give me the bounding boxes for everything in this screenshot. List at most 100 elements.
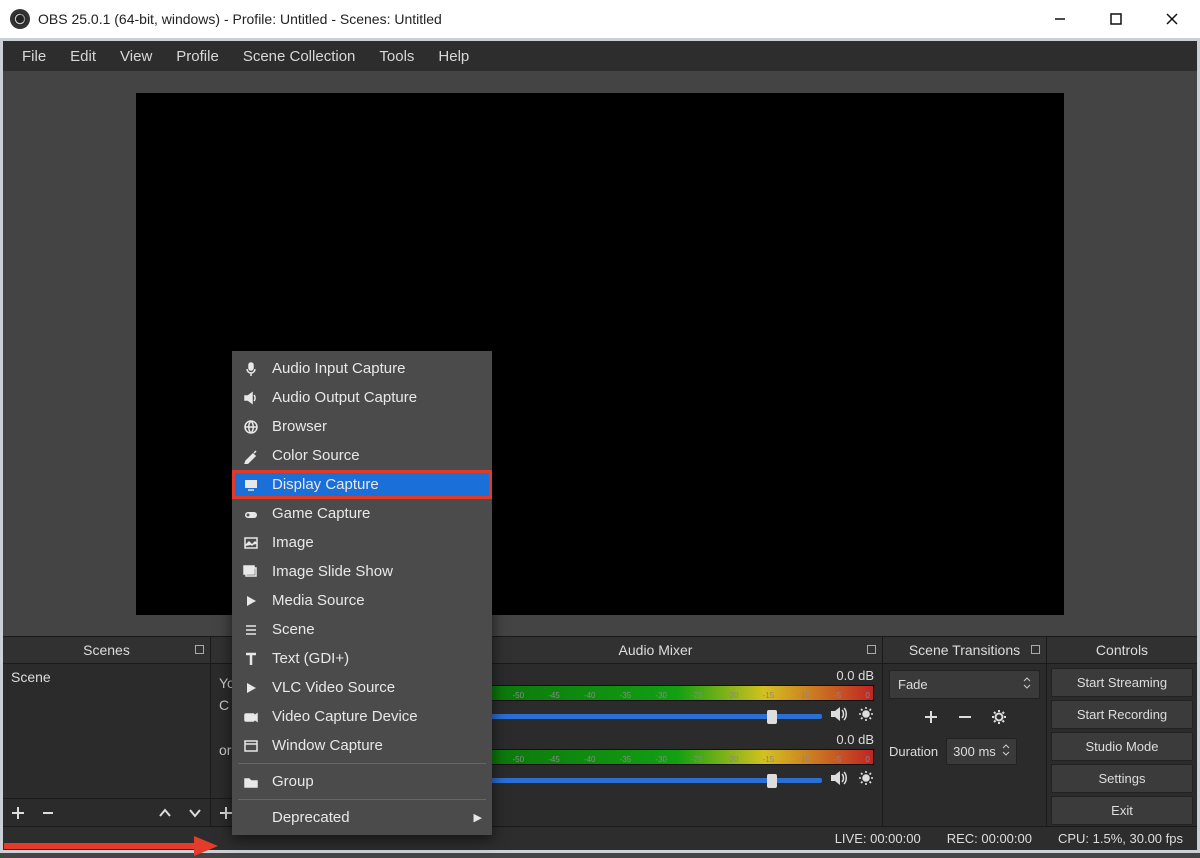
- submenu-arrow-icon: ▶: [474, 811, 482, 824]
- menu-bar: File Edit View Profile Scene Collection …: [3, 41, 1197, 71]
- audio-mixer-panel: Audio Mixer Audio 0.0 dB -60-55-50-45-40…: [429, 637, 883, 826]
- channel-level: 0.0 dB: [836, 668, 874, 683]
- dock: Scenes Scene Sources Yo C or: [3, 636, 1197, 826]
- gamepad-icon: [242, 505, 260, 523]
- ctx-scene[interactable]: Scene: [232, 615, 492, 644]
- add-source-context-menu: Audio Input Capture Audio Output Capture B…: [232, 351, 492, 835]
- ctx-text-gdi-[interactable]: Text (GDI+): [232, 644, 492, 673]
- ctx-label: Audio Output Capture: [272, 389, 417, 406]
- status-bar: LIVE: 00:00:00 REC: 00:00:00 CPU: 1.5%, …: [3, 826, 1197, 850]
- ctx-image-slide-show[interactable]: Image Slide Show: [232, 557, 492, 586]
- mixer-channel: Audio 0.0 dB -60-55-50-45-40-35-30-25-20…: [429, 664, 882, 728]
- ctx-label: Display Capture: [272, 476, 379, 493]
- speaker-icon[interactable]: [830, 770, 848, 791]
- ctx-label: Text (GDI+): [272, 650, 349, 667]
- slides-icon: [242, 563, 260, 581]
- status-cpu: CPU: 1.5%, 30.00 fps: [1058, 831, 1183, 846]
- transition-select[interactable]: Fade: [889, 670, 1040, 699]
- transition-add-button[interactable]: [923, 709, 939, 728]
- popout-icon[interactable]: [195, 645, 204, 654]
- transition-remove-button[interactable]: [957, 709, 973, 728]
- ctx-label: Scene: [272, 621, 315, 638]
- play-icon: [242, 679, 260, 697]
- ctx-deprecated[interactable]: Deprecated ▶: [232, 803, 492, 832]
- ctx-label: Window Capture: [272, 737, 383, 754]
- paint-icon: [242, 447, 260, 465]
- gear-icon[interactable]: [858, 706, 874, 727]
- scenes-toolbar: [3, 798, 210, 826]
- title-bar: OBS 25.0.1 (64-bit, windows) - Profile: …: [0, 0, 1200, 38]
- ctx-label: Audio Input Capture: [272, 360, 405, 377]
- ctx-label: Browser: [272, 418, 327, 435]
- ctx-media-source[interactable]: Media Source: [232, 586, 492, 615]
- ctx-label: VLC Video Source: [272, 679, 395, 696]
- ctx-color-source[interactable]: Color Source: [232, 441, 492, 470]
- start-streaming-button[interactable]: Start Streaming: [1051, 668, 1193, 697]
- ctx-display-capture[interactable]: Display Capture: [232, 470, 492, 499]
- mixer-header: Audio Mixer: [429, 637, 882, 664]
- ctx-label: Image: [272, 534, 314, 551]
- transition-settings-button[interactable]: [991, 709, 1007, 728]
- ctx-browser[interactable]: Browser: [232, 412, 492, 441]
- gear-icon[interactable]: [858, 770, 874, 791]
- menu-edit[interactable]: Edit: [58, 43, 108, 70]
- menu-view[interactable]: View: [108, 43, 164, 70]
- list-icon: [242, 621, 260, 639]
- start-recording-button[interactable]: Start Recording: [1051, 700, 1193, 729]
- scenes-panel: Scenes Scene: [3, 637, 211, 826]
- ctx-label: Deprecated: [272, 809, 350, 826]
- camera-icon: [242, 708, 260, 726]
- exit-button[interactable]: Exit: [1051, 796, 1193, 825]
- scene-item[interactable]: Scene: [3, 664, 210, 690]
- menu-scene-collection[interactable]: Scene Collection: [231, 43, 368, 70]
- scene-remove-button[interactable]: [33, 799, 63, 827]
- volume-slider[interactable]: [437, 714, 822, 719]
- monitor-icon: [242, 476, 260, 494]
- duration-input[interactable]: 300 ms: [946, 738, 1017, 765]
- ctx-label: Color Source: [272, 447, 360, 464]
- image-icon: [242, 534, 260, 552]
- popout-icon[interactable]: [867, 645, 876, 654]
- scene-add-button[interactable]: [3, 799, 33, 827]
- transitions-panel: Scene Transitions Fade Duration 300 ms: [883, 637, 1047, 826]
- ctx-label: Media Source: [272, 592, 365, 609]
- ctx-image[interactable]: Image: [232, 528, 492, 557]
- ctx-audio-output-capture[interactable]: Audio Output Capture: [232, 383, 492, 412]
- menu-profile[interactable]: Profile: [164, 43, 231, 70]
- volume-slider[interactable]: [437, 778, 822, 783]
- play-icon: [242, 592, 260, 610]
- ctx-game-capture[interactable]: Game Capture: [232, 499, 492, 528]
- studio-mode-button[interactable]: Studio Mode: [1051, 732, 1193, 761]
- scene-down-button[interactable]: [180, 799, 210, 827]
- ctx-label: Game Capture: [272, 505, 370, 522]
- obs-icon: [10, 9, 30, 29]
- transitions-header: Scene Transitions: [883, 637, 1046, 664]
- text-icon: [242, 650, 260, 668]
- settings-button[interactable]: Settings: [1051, 764, 1193, 793]
- preview-area: [3, 71, 1197, 636]
- ctx-label: Video Capture Device: [272, 708, 418, 725]
- audio-meter: -60-55-50-45-40-35-30-25-20-15-10-50: [437, 749, 874, 765]
- controls-panel: Controls Start Streaming Start Recording…: [1047, 637, 1197, 826]
- menu-help[interactable]: Help: [426, 43, 481, 70]
- window-icon: [242, 737, 260, 755]
- mixer-channel: 0.0 dB -60-55-50-45-40-35-30-25-20-15-10…: [429, 728, 882, 792]
- separator: [238, 799, 486, 800]
- speaker-icon[interactable]: [830, 706, 848, 727]
- menu-tools[interactable]: Tools: [367, 43, 426, 70]
- ctx-audio-input-capture[interactable]: Audio Input Capture: [232, 354, 492, 383]
- ctx-window-capture[interactable]: Window Capture: [232, 731, 492, 760]
- mic-icon: [242, 360, 260, 378]
- scenes-header: Scenes: [3, 637, 210, 664]
- globe-icon: [242, 418, 260, 436]
- window-maximize-button[interactable]: [1088, 0, 1144, 38]
- ctx-group[interactable]: Group: [232, 767, 492, 796]
- controls-header: Controls: [1047, 637, 1197, 664]
- window-close-button[interactable]: [1144, 0, 1200, 38]
- menu-file[interactable]: File: [10, 43, 58, 70]
- ctx-vlc-video-source[interactable]: VLC Video Source: [232, 673, 492, 702]
- window-minimize-button[interactable]: [1032, 0, 1088, 38]
- popout-icon[interactable]: [1031, 645, 1040, 654]
- scene-up-button[interactable]: [150, 799, 180, 827]
- ctx-video-capture-device[interactable]: Video Capture Device: [232, 702, 492, 731]
